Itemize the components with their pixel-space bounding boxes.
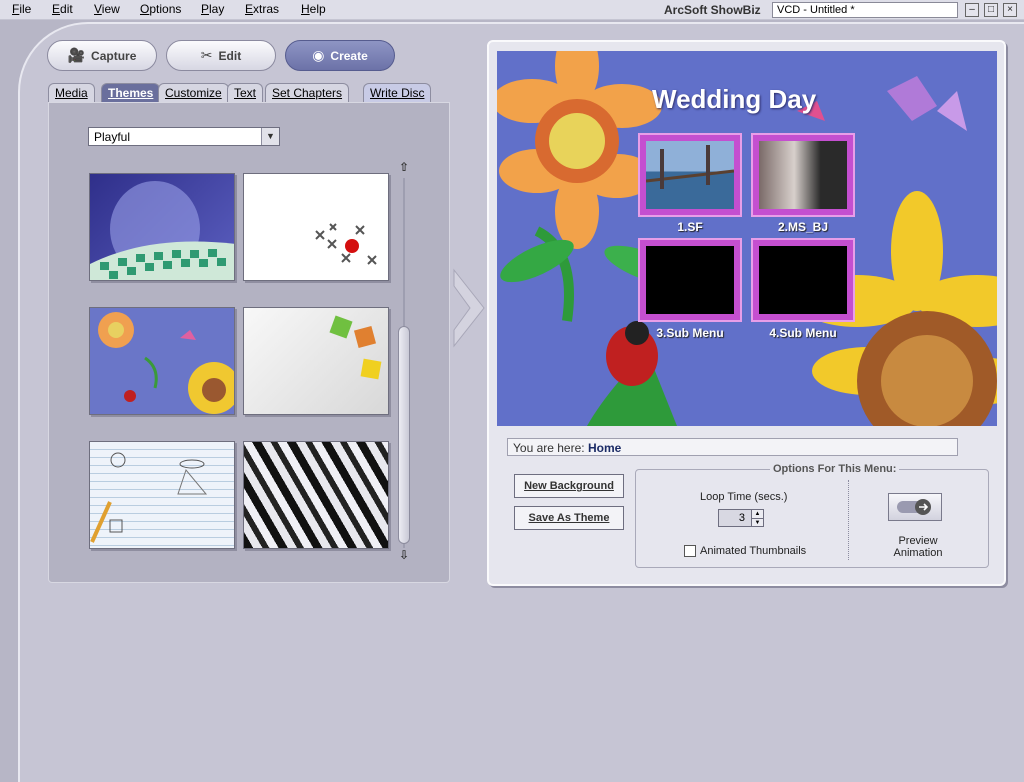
capture-label: Capture bbox=[91, 48, 137, 63]
tab-text-label: Text bbox=[234, 86, 257, 100]
theme-thumb-5[interactable] bbox=[89, 441, 235, 549]
scroll-thumb[interactable] bbox=[398, 326, 410, 544]
new-background-label: New Background bbox=[524, 480, 614, 492]
theme-category-select[interactable]: Playful ▼ bbox=[88, 127, 280, 146]
create-label: Create bbox=[330, 48, 368, 63]
tab-customize[interactable]: Customize bbox=[158, 83, 229, 102]
menu-thumb-3-label[interactable]: 3.Sub Menu bbox=[638, 326, 742, 340]
animated-thumbnails-checkbox[interactable] bbox=[684, 545, 696, 557]
scroll-up-icon[interactable]: ⇧ bbox=[397, 160, 411, 174]
menu-thumb-1[interactable] bbox=[638, 133, 742, 217]
scroll-down-icon[interactable]: ⇩ bbox=[397, 548, 411, 562]
document-title: VCD - Untitled * bbox=[772, 2, 958, 18]
minimize-icon[interactable]: – bbox=[965, 3, 979, 17]
menu-extras[interactable]: Extras bbox=[245, 2, 279, 16]
doodle-notebook-icon bbox=[90, 452, 208, 543]
tab-write-disc-label: Write Disc bbox=[370, 86, 425, 100]
edit-button[interactable]: ✂ Edit bbox=[166, 40, 276, 71]
menu-thumb-3[interactable] bbox=[638, 238, 742, 322]
menu-help[interactable]: Help bbox=[301, 2, 326, 16]
close-icon[interactable]: × bbox=[1003, 3, 1017, 17]
options-divider bbox=[848, 480, 849, 560]
submenu-image bbox=[759, 246, 847, 314]
stepper-down-icon[interactable]: ▼ bbox=[751, 518, 763, 526]
capture-button[interactable]: 🎥 Capture bbox=[47, 40, 157, 71]
tab-write-disc[interactable]: Write Disc bbox=[363, 83, 432, 102]
breadcrumb: You are here: Home bbox=[507, 438, 958, 456]
menu-thumb-2-label[interactable]: 2.MS_BJ bbox=[751, 220, 855, 234]
edit-label: Edit bbox=[218, 48, 242, 63]
menu-file[interactable]: File bbox=[12, 2, 31, 16]
preview-label-line1: Preview bbox=[898, 535, 938, 547]
submenu-image bbox=[646, 246, 734, 314]
bridge-image bbox=[646, 141, 734, 209]
theme-thumb-6[interactable] bbox=[243, 441, 389, 549]
save-as-theme-button[interactable]: Save As Theme bbox=[514, 506, 624, 530]
breadcrumb-prefix: You are here: bbox=[513, 441, 585, 455]
theme-thumb-4[interactable] bbox=[243, 307, 389, 415]
menu-options[interactable]: Options bbox=[140, 2, 181, 16]
menu-thumb-4[interactable] bbox=[751, 238, 855, 322]
app-title: ArcSoft ShowBiz bbox=[664, 3, 761, 17]
tab-set-chapters[interactable]: Set Chapters bbox=[265, 83, 350, 102]
stepper-up-icon[interactable]: ▲ bbox=[751, 510, 763, 518]
clapper-icon: ✂ bbox=[200, 47, 213, 63]
jacks-ball-icon bbox=[315, 223, 377, 265]
maximize-icon[interactable]: □ bbox=[984, 3, 998, 17]
bridge-icon bbox=[646, 145, 734, 189]
theme-category-value: Playful bbox=[94, 130, 131, 144]
preview-animation-button[interactable] bbox=[888, 493, 942, 521]
theme-thumb-2[interactable] bbox=[243, 173, 389, 281]
menu-view[interactable]: View bbox=[94, 2, 120, 16]
tab-themes[interactable]: Themes bbox=[101, 83, 161, 102]
animated-thumbnails-label[interactable]: Animated Thumbnails bbox=[700, 545, 806, 557]
chevron-down-icon[interactable]: ▼ bbox=[261, 128, 279, 145]
wedding-image bbox=[759, 141, 847, 209]
menu-edit[interactable]: Edit bbox=[52, 2, 73, 16]
loop-time-stepper[interactable]: 3 ▲ ▼ bbox=[718, 509, 764, 527]
spotlight-checkered-icon bbox=[90, 181, 234, 280]
menu-title[interactable]: Wedding Day bbox=[652, 84, 842, 115]
tab-media-label: Media bbox=[55, 86, 88, 100]
tab-text[interactable]: Text bbox=[227, 83, 264, 102]
disc-icon: ◉ bbox=[312, 47, 325, 63]
menu-thumb-4-label[interactable]: 4.Sub Menu bbox=[751, 326, 855, 340]
create-button[interactable]: ◉ Create bbox=[285, 40, 395, 71]
menu-play[interactable]: Play bbox=[201, 2, 224, 16]
loop-time-label: Loop Time (secs.) bbox=[700, 491, 788, 503]
flowers-icon bbox=[98, 312, 234, 414]
new-background-button[interactable]: New Background bbox=[514, 474, 624, 498]
puzzle-pieces-icon bbox=[329, 315, 382, 380]
chevron-right-icon bbox=[453, 268, 485, 348]
zebra-stripes-icon bbox=[244, 442, 389, 549]
loop-time-value[interactable]: 3 bbox=[739, 512, 745, 524]
preview-animation-label: Preview Animation bbox=[880, 535, 956, 559]
camera-icon: 🎥 bbox=[67, 47, 86, 63]
options-title: Options For This Menu: bbox=[770, 463, 900, 475]
tab-set-chapters-label: Set Chapters bbox=[272, 86, 343, 100]
menu-thumb-2[interactable] bbox=[751, 133, 855, 217]
save-as-theme-label: Save As Theme bbox=[528, 512, 610, 524]
tab-media[interactable]: Media bbox=[48, 83, 95, 102]
menu-bar: File Edit View Options Play Extras Help … bbox=[0, 0, 1024, 20]
menu-thumb-1-label[interactable]: 1.SF bbox=[638, 220, 742, 234]
tab-themes-label: Themes bbox=[108, 86, 154, 100]
theme-thumb-1[interactable] bbox=[89, 173, 235, 281]
play-arrow-icon bbox=[897, 499, 931, 515]
tab-customize-label: Customize bbox=[165, 86, 222, 100]
preview-label-line2: Animation bbox=[893, 547, 943, 559]
breadcrumb-location[interactable]: Home bbox=[588, 441, 621, 455]
theme-thumb-3[interactable] bbox=[89, 307, 235, 415]
